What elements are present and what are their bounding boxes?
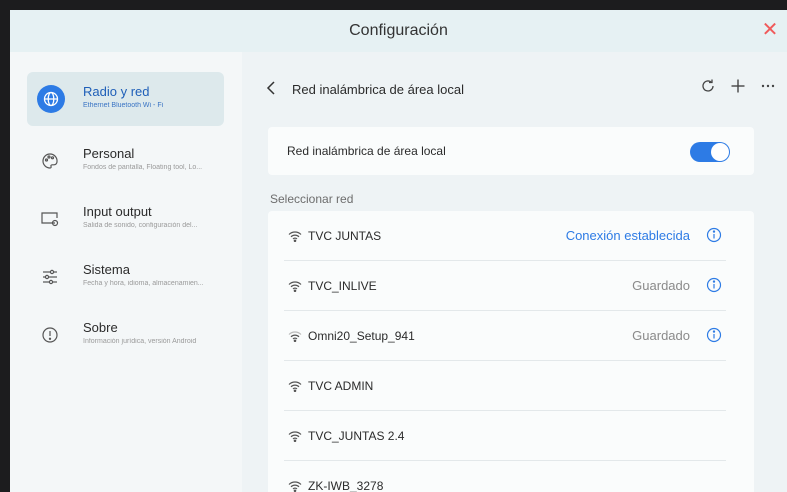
header-actions	[700, 78, 776, 94]
wifi-signal-icon	[288, 429, 302, 447]
add-icon[interactable]	[730, 78, 746, 94]
network-name: TVC_INLIVE	[308, 279, 377, 293]
info-icon[interactable]	[706, 227, 722, 248]
info-icon[interactable]	[706, 327, 722, 348]
wifi-signal-icon	[288, 479, 302, 492]
sidebar-item-sobre[interactable]: Sobre Información jurídica, versión Andr…	[27, 308, 224, 362]
sidebar-item-label: Sobre	[83, 320, 118, 335]
network-name: ZK-IWB_3278	[308, 479, 384, 492]
settings-window: Configuración ✕ Radio y red Ethernet Blu…	[10, 10, 787, 492]
network-name: TVC JUNTAS	[308, 229, 382, 243]
back-arrow-icon[interactable]	[266, 80, 276, 101]
network-row[interactable]: TVC JUNTAS Conexión establecida	[268, 211, 754, 261]
wifi-signal-icon	[288, 329, 302, 347]
refresh-icon[interactable]	[700, 78, 716, 94]
network-name: TVC ADMIN	[308, 379, 374, 393]
network-status: Conexión establecida	[565, 228, 690, 243]
network-status: Guardado	[632, 278, 690, 293]
network-list: TVC JUNTAS Conexión establecida TVC_INLI…	[268, 211, 754, 492]
sidebar-item-personal[interactable]: Personal Fondos de pantalla, Floating to…	[27, 134, 224, 188]
sidebar-item-label: Personal	[83, 146, 135, 161]
network-status: Guardado	[632, 328, 690, 343]
info-icon	[37, 322, 63, 348]
display-icon	[37, 206, 63, 232]
sidebar-item-sub: Fondos de pantalla, Floating tool, Lo...	[83, 164, 203, 171]
network-row[interactable]: TVC_JUNTAS 2.4	[268, 411, 754, 461]
sidebar-item-label: Radio y red	[83, 84, 150, 99]
sidebar-item-input-output[interactable]: Input output Salida de sonido, configura…	[27, 192, 224, 246]
network-row[interactable]: TVC ADMIN	[268, 361, 754, 411]
sidebar-item-label: Sistema	[83, 262, 130, 277]
sidebar-item-sub: Información jurídica, versión Android	[83, 338, 197, 345]
window-title: Configuración	[349, 22, 448, 39]
wifi-signal-icon	[288, 229, 302, 247]
info-icon[interactable]	[706, 277, 722, 298]
panel-header: Red inalámbrica de área local	[266, 74, 776, 104]
palette-icon	[37, 148, 63, 174]
wifi-toggle-card: Red inalámbrica de área local	[268, 127, 754, 175]
sidebar-item-sub: Ethernet Bluetooth Wi - Fi	[83, 102, 164, 109]
network-name: Omni20_Setup_941	[308, 329, 415, 343]
sidebar: Radio y red Ethernet Bluetooth Wi - Fi P…	[10, 52, 242, 492]
globe-icon	[37, 85, 65, 113]
section-label: Seleccionar red	[270, 192, 354, 206]
network-row[interactable]: ZK-IWB_3278	[268, 461, 754, 492]
wifi-toggle-label: Red inalámbrica de área local	[287, 144, 446, 158]
wifi-signal-icon	[288, 379, 302, 397]
network-row[interactable]: TVC_INLIVE Guardado	[268, 261, 754, 311]
close-icon[interactable]: ✕	[759, 19, 781, 41]
more-options-icon[interactable]	[760, 78, 776, 94]
sidebar-item-radio-y-red[interactable]: Radio y red Ethernet Bluetooth Wi - Fi	[27, 72, 224, 126]
sidebar-item-label: Input output	[83, 204, 152, 219]
wifi-signal-icon	[288, 279, 302, 297]
wifi-toggle-switch[interactable]	[690, 142, 730, 162]
title-bar: Configuración ✕	[10, 10, 787, 52]
sliders-icon	[37, 264, 63, 290]
sidebar-item-sistema[interactable]: Sistema Fecha y hora, idioma, almacenami…	[27, 250, 224, 304]
toggle-knob	[711, 143, 729, 161]
main-panel: Red inalámbrica de área local Red inalám…	[242, 52, 787, 492]
sidebar-item-sub: Fecha y hora, idioma, almacenamien...	[83, 280, 204, 287]
page-title: Red inalámbrica de área local	[292, 82, 464, 97]
network-name: TVC_JUNTAS 2.4	[308, 429, 405, 443]
network-row[interactable]: Omni20_Setup_941 Guardado	[268, 311, 754, 361]
sidebar-item-sub: Salida de sonido, configuración del...	[83, 222, 198, 229]
